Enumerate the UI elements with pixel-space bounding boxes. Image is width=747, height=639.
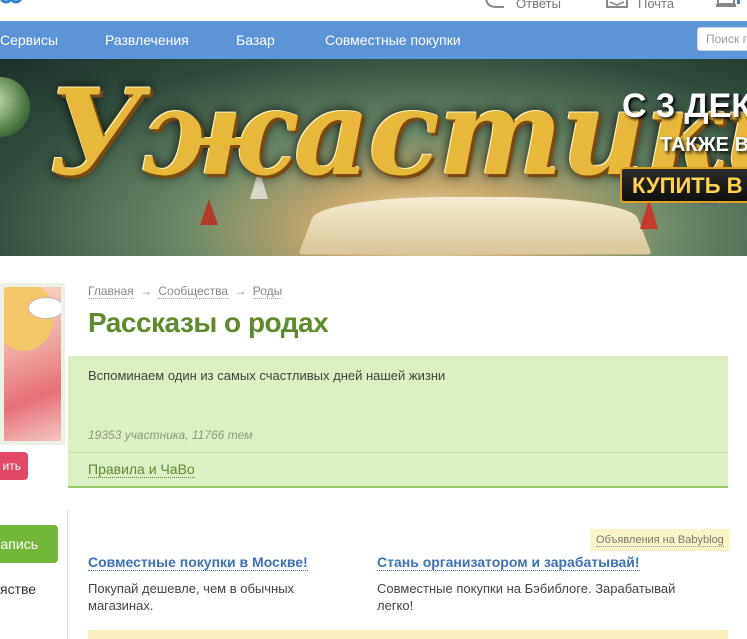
page-title: Рассказы о родах: [88, 307, 329, 338]
main-nav: Сервисы Развлечения Базар Совместные пок…: [0, 21, 747, 59]
breadcrumb-separator: →: [140, 284, 153, 298]
ad-item: Совместные покупки в Москве! Покупай деш…: [88, 554, 358, 614]
banner-promo-date: С 3 ДЕК: [622, 87, 747, 125]
community-stats: 19353 участника, 11766 тем: [88, 428, 253, 442]
ad-title-link[interactable]: Совместные покупки в Москве!: [88, 554, 308, 571]
envelope-icon: [606, 0, 628, 8]
answers-label: Ответы: [516, 0, 561, 11]
nav-item-services[interactable]: Сервисы: [0, 32, 58, 48]
ad-item: Стань организатором и зарабатывай! Совме…: [377, 554, 675, 614]
gnome-icon: [200, 199, 218, 225]
breadcrumb-communities[interactable]: Сообщества: [158, 284, 229, 299]
community-info-box: Вспоминаем один из самых счастливых дней…: [68, 356, 728, 488]
banner-buy-button[interactable]: КУПИТЬ В: [620, 167, 747, 203]
info-divider: [68, 452, 728, 453]
column-divider: [67, 510, 68, 639]
search-input[interactable]: Поиск п: [697, 27, 747, 51]
join-button-label: ить: [2, 459, 21, 473]
nav-item-joint-purchases[interactable]: Совместные покупки: [325, 32, 461, 48]
join-button[interactable]: ить: [0, 452, 28, 480]
ad-text: Совместные покупки на Бэбиблоге. Зарабат…: [377, 581, 676, 613]
sidebar-text[interactable]: ястве: [0, 581, 36, 597]
promo-banner[interactable]: Ужастики С 3 ДЕК ТАКЖЕ В КУПИТЬ В: [0, 59, 747, 256]
breadcrumb-separator: →: [234, 284, 247, 298]
write-post-label: апись: [0, 536, 38, 552]
site-logo-icon[interactable]: [0, 0, 22, 6]
ad-title-link[interactable]: Стань организатором и зарабатывай!: [377, 554, 640, 571]
bell-icon[interactable]: [716, 0, 740, 10]
nav-item-entertainment[interactable]: Развлечения: [105, 32, 189, 48]
christmas-ornament-icon: [0, 77, 30, 137]
breadcrumb-home[interactable]: Главная: [88, 284, 134, 299]
community-avatar[interactable]: [0, 283, 65, 445]
avatar-speech-bubble: [28, 297, 61, 319]
speech-bubble-icon: [485, 0, 504, 8]
rules-faq-link[interactable]: Правила и ЧаВо: [88, 461, 195, 478]
announcement-bar: [88, 630, 728, 639]
top-bar: Ответы Почта: [0, 0, 747, 21]
open-book-icon: [298, 197, 652, 255]
answers-link[interactable]: Ответы: [484, 0, 561, 11]
ads-label[interactable]: Объявления на Babyblog: [590, 529, 730, 551]
mail-label: Почта: [638, 0, 675, 11]
breadcrumb-current[interactable]: Роды: [252, 284, 283, 299]
ad-text: Покупай дешевле, чем в обычных магазинах…: [88, 581, 295, 613]
banner-promo-also: ТАКЖЕ В: [660, 134, 747, 156]
community-description: Вспоминаем один из самых счастливых дней…: [88, 368, 446, 383]
mail-link[interactable]: Почта: [606, 0, 674, 11]
nav-item-bazaar[interactable]: Базар: [236, 32, 275, 48]
write-post-button[interactable]: апись: [0, 525, 58, 563]
gnome-icon: [640, 199, 658, 229]
ads-label-text: Объявления на Babyblog: [596, 534, 724, 547]
breadcrumb: Главная → Сообщества → Роды: [88, 284, 283, 299]
banner-buy-label: КУПИТЬ В: [632, 173, 743, 198]
